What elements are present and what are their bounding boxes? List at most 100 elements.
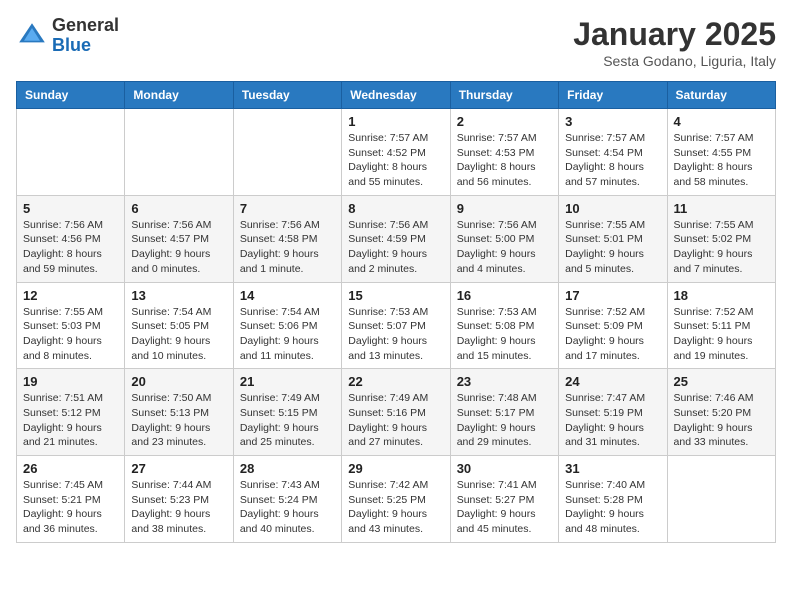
day-number: 15 bbox=[348, 288, 443, 303]
day-number: 24 bbox=[565, 374, 660, 389]
day-number: 23 bbox=[457, 374, 552, 389]
title-block: January 2025 Sesta Godano, Liguria, Ital… bbox=[573, 16, 776, 69]
calendar-cell: 24Sunrise: 7:47 AM Sunset: 5:19 PM Dayli… bbox=[559, 369, 667, 456]
day-info: Sunrise: 7:55 AM Sunset: 5:02 PM Dayligh… bbox=[674, 218, 769, 277]
calendar-cell: 17 Sunrise: 7:52 AM Sunset: 5:09 PM Dayli… bbox=[559, 282, 667, 369]
calendar-cell: 31 Sunrise: 7:40 AM Sunset: 5:28 PM Dayli… bbox=[559, 456, 667, 543]
day-info: Sunrise: 7:44 AM Sunset: 5:23 PM Dayligh… bbox=[131, 478, 226, 537]
day-number: 6 bbox=[131, 201, 226, 216]
day-info: Sunrise: 7:54 AM Sunset: 5:05 PM Dayligh… bbox=[131, 305, 226, 364]
calendar-table: SundayMondayTuesdayWednesdayThursdayFrid… bbox=[16, 81, 776, 543]
day-number: 11 bbox=[674, 201, 769, 216]
day-info: Sunrise: 7:50 AM Sunset: 5:13 PM Dayligh… bbox=[131, 391, 226, 450]
day-number: 5 bbox=[23, 201, 118, 216]
calendar-cell: 4Sunrise: 7:57 AM Sunset: 4:55 PM Daylig… bbox=[667, 109, 775, 196]
weekday-header-row: SundayMondayTuesdayWednesdayThursdayFrid… bbox=[17, 82, 776, 109]
calendar-cell: 29 Sunrise: 7:42 AM Sunset: 5:25 PM Dayli… bbox=[342, 456, 450, 543]
day-info: Sunrise: 7:57 AM Sunset: 4:54 PM Dayligh… bbox=[565, 131, 660, 190]
day-number: 31 bbox=[565, 461, 660, 476]
calendar-cell bbox=[233, 109, 341, 196]
day-info: Sunrise: 7:46 AM Sunset: 5:20 PM Dayligh… bbox=[674, 391, 769, 450]
weekday-header: Saturday bbox=[667, 82, 775, 109]
day-number: 2 bbox=[457, 114, 552, 129]
day-number: 3 bbox=[565, 114, 660, 129]
calendar-cell bbox=[667, 456, 775, 543]
calendar-cell: 2 Sunrise: 7:57 AM Sunset: 4:53 PM Daylig… bbox=[450, 109, 558, 196]
calendar-cell bbox=[125, 109, 233, 196]
calendar-cell: 10 Sunrise: 7:55 AM Sunset: 5:01 PM Dayli… bbox=[559, 195, 667, 282]
day-number: 14 bbox=[240, 288, 335, 303]
day-number: 8 bbox=[348, 201, 443, 216]
logo-icon bbox=[16, 20, 48, 52]
calendar-cell: 25 Sunrise: 7:46 AM Sunset: 5:20 PM Dayli… bbox=[667, 369, 775, 456]
weekday-header: Monday bbox=[125, 82, 233, 109]
calendar-cell: 8 Sunrise: 7:56 AM Sunset: 4:59 PM Daylig… bbox=[342, 195, 450, 282]
calendar-cell: 3 Sunrise: 7:57 AM Sunset: 4:54 PM Daylig… bbox=[559, 109, 667, 196]
calendar-cell: 9 Sunrise: 7:56 AM Sunset: 5:00 PM Daylig… bbox=[450, 195, 558, 282]
day-number: 4 bbox=[674, 114, 769, 129]
calendar-cell: 30 Sunrise: 7:41 AM Sunset: 5:27 PM Dayli… bbox=[450, 456, 558, 543]
day-info: Sunrise: 7:56 AM Sunset: 5:00 PM Dayligh… bbox=[457, 218, 552, 277]
calendar-cell: 1 Sunrise: 7:57 AM Sunset: 4:52 PM Daylig… bbox=[342, 109, 450, 196]
location: Sesta Godano, Liguria, Italy bbox=[573, 53, 776, 69]
weekday-header: Thursday bbox=[450, 82, 558, 109]
day-number: 19 bbox=[23, 374, 118, 389]
day-info: Sunrise: 7:53 AM Sunset: 5:07 PM Dayligh… bbox=[348, 305, 443, 364]
day-info: Sunrise: 7:56 AM Sunset: 4:58 PM Dayligh… bbox=[240, 218, 335, 277]
day-info: Sunrise: 7:49 AM Sunset: 5:16 PM Dayligh… bbox=[348, 391, 443, 450]
day-number: 30 bbox=[457, 461, 552, 476]
calendar-week-row: 26Sunrise: 7:45 AM Sunset: 5:21 PM Dayli… bbox=[17, 456, 776, 543]
day-info: Sunrise: 7:57 AM Sunset: 4:52 PM Dayligh… bbox=[348, 131, 443, 190]
calendar-cell: 5Sunrise: 7:56 AM Sunset: 4:56 PM Daylig… bbox=[17, 195, 125, 282]
calendar-cell: 21Sunrise: 7:49 AM Sunset: 5:15 PM Dayli… bbox=[233, 369, 341, 456]
calendar-week-row: 12Sunrise: 7:55 AM Sunset: 5:03 PM Dayli… bbox=[17, 282, 776, 369]
day-info: Sunrise: 7:45 AM Sunset: 5:21 PM Dayligh… bbox=[23, 478, 118, 537]
logo-general-text: General bbox=[52, 15, 119, 35]
calendar-cell: 12Sunrise: 7:55 AM Sunset: 5:03 PM Dayli… bbox=[17, 282, 125, 369]
calendar-cell: 22 Sunrise: 7:49 AM Sunset: 5:16 PM Dayli… bbox=[342, 369, 450, 456]
day-info: Sunrise: 7:51 AM Sunset: 5:12 PM Dayligh… bbox=[23, 391, 118, 450]
calendar-cell: 23Sunrise: 7:48 AM Sunset: 5:17 PM Dayli… bbox=[450, 369, 558, 456]
day-number: 1 bbox=[348, 114, 443, 129]
calendar-cell: 6Sunrise: 7:56 AM Sunset: 4:57 PM Daylig… bbox=[125, 195, 233, 282]
day-number: 25 bbox=[674, 374, 769, 389]
day-info: Sunrise: 7:54 AM Sunset: 5:06 PM Dayligh… bbox=[240, 305, 335, 364]
day-info: Sunrise: 7:57 AM Sunset: 4:53 PM Dayligh… bbox=[457, 131, 552, 190]
calendar-cell: 18 Sunrise: 7:52 AM Sunset: 5:11 PM Dayli… bbox=[667, 282, 775, 369]
day-number: 18 bbox=[674, 288, 769, 303]
calendar-cell: 16Sunrise: 7:53 AM Sunset: 5:08 PM Dayli… bbox=[450, 282, 558, 369]
day-number: 20 bbox=[131, 374, 226, 389]
day-info: Sunrise: 7:41 AM Sunset: 5:27 PM Dayligh… bbox=[457, 478, 552, 537]
logo: General Blue bbox=[16, 16, 119, 56]
day-info: Sunrise: 7:42 AM Sunset: 5:25 PM Dayligh… bbox=[348, 478, 443, 537]
day-number: 22 bbox=[348, 374, 443, 389]
calendar-week-row: 1 Sunrise: 7:57 AM Sunset: 4:52 PM Daylig… bbox=[17, 109, 776, 196]
day-info: Sunrise: 7:40 AM Sunset: 5:28 PM Dayligh… bbox=[565, 478, 660, 537]
logo-blue-text: Blue bbox=[52, 35, 91, 55]
calendar-week-row: 5Sunrise: 7:56 AM Sunset: 4:56 PM Daylig… bbox=[17, 195, 776, 282]
calendar-cell: 27Sunrise: 7:44 AM Sunset: 5:23 PM Dayli… bbox=[125, 456, 233, 543]
day-info: Sunrise: 7:56 AM Sunset: 4:59 PM Dayligh… bbox=[348, 218, 443, 277]
day-number: 16 bbox=[457, 288, 552, 303]
day-info: Sunrise: 7:49 AM Sunset: 5:15 PM Dayligh… bbox=[240, 391, 335, 450]
weekday-header: Tuesday bbox=[233, 82, 341, 109]
day-number: 10 bbox=[565, 201, 660, 216]
calendar-cell: 15 Sunrise: 7:53 AM Sunset: 5:07 PM Dayli… bbox=[342, 282, 450, 369]
weekday-header: Sunday bbox=[17, 82, 125, 109]
day-number: 13 bbox=[131, 288, 226, 303]
calendar-week-row: 19 Sunrise: 7:51 AM Sunset: 5:12 PM Dayli… bbox=[17, 369, 776, 456]
day-info: Sunrise: 7:43 AM Sunset: 5:24 PM Dayligh… bbox=[240, 478, 335, 537]
calendar-cell: 28Sunrise: 7:43 AM Sunset: 5:24 PM Dayli… bbox=[233, 456, 341, 543]
day-number: 29 bbox=[348, 461, 443, 476]
day-info: Sunrise: 7:52 AM Sunset: 5:09 PM Dayligh… bbox=[565, 305, 660, 364]
day-number: 12 bbox=[23, 288, 118, 303]
calendar-cell bbox=[17, 109, 125, 196]
weekday-header: Friday bbox=[559, 82, 667, 109]
day-info: Sunrise: 7:55 AM Sunset: 5:01 PM Dayligh… bbox=[565, 218, 660, 277]
calendar-cell: 20 Sunrise: 7:50 AM Sunset: 5:13 PM Dayli… bbox=[125, 369, 233, 456]
day-info: Sunrise: 7:52 AM Sunset: 5:11 PM Dayligh… bbox=[674, 305, 769, 364]
calendar-cell: 26Sunrise: 7:45 AM Sunset: 5:21 PM Dayli… bbox=[17, 456, 125, 543]
day-number: 9 bbox=[457, 201, 552, 216]
calendar-cell: 14 Sunrise: 7:54 AM Sunset: 5:06 PM Dayli… bbox=[233, 282, 341, 369]
day-number: 17 bbox=[565, 288, 660, 303]
